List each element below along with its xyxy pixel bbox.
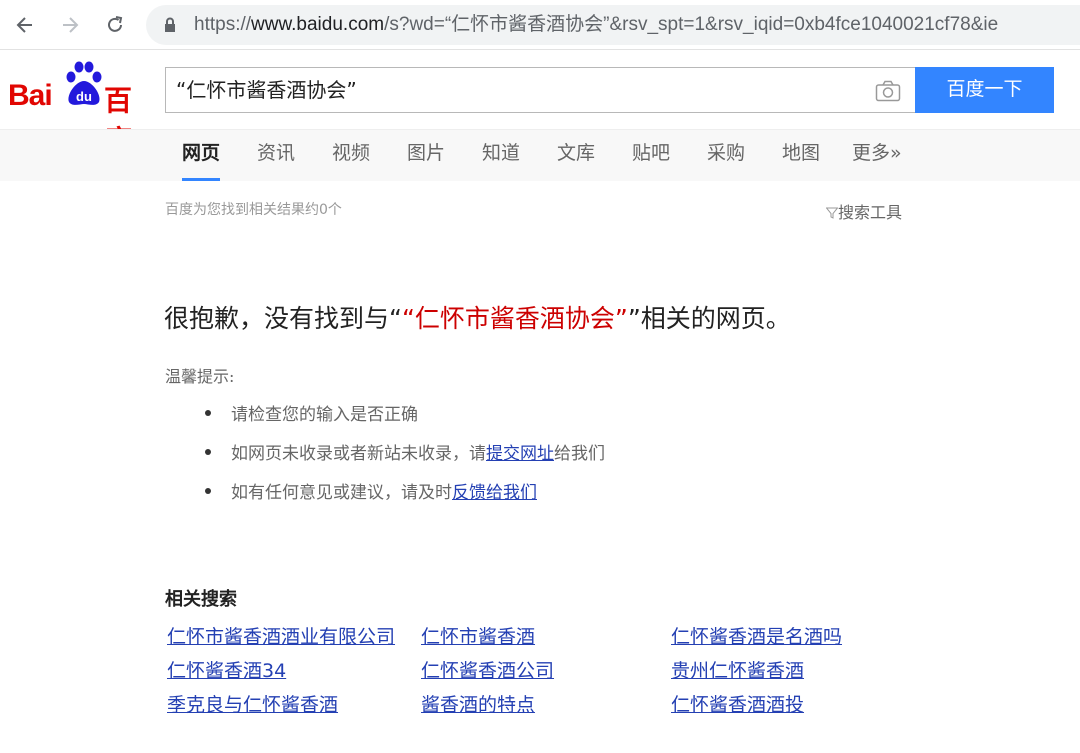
related-searches-title: 相关搜索 (165, 589, 237, 610)
tab-map[interactable]: 地图 (782, 130, 820, 181)
filter-icon (825, 207, 839, 219)
baidu-header: Bai du 百度 百度一下 (0, 51, 1080, 157)
forward-arrow-icon[interactable] (54, 9, 86, 41)
related-search-link[interactable]: 仁怀酱香酒酒投 (671, 690, 804, 717)
tab-zhidao[interactable]: 知道 (482, 130, 520, 181)
related-search-link[interactable]: 仁怀酱香酒是名酒吗 (671, 622, 842, 649)
back-arrow-icon[interactable] (9, 9, 41, 41)
camera-icon[interactable] (875, 80, 901, 102)
query-highlight: “仁怀市酱香酒协会” (401, 304, 628, 333)
tab-web[interactable]: 网页 (182, 130, 221, 181)
related-search-link[interactable]: 贵州仁怀酱香酒 (671, 656, 804, 683)
tab-wenku[interactable]: 文库 (557, 130, 595, 181)
reload-icon[interactable] (99, 9, 131, 41)
tab-more[interactable]: 更多» (852, 130, 902, 181)
search-tabs: 网页 资讯 视频 图片 知道 文库 贴吧 采购 地图 更多» (0, 129, 1080, 181)
search-box[interactable] (165, 67, 915, 113)
submit-url-link[interactable]: 提交网址 (486, 444, 554, 464)
tab-video[interactable]: 视频 (332, 130, 370, 181)
list-item: 请检查您的输入是否正确 (205, 400, 605, 439)
tips-title: 温馨提示: (165, 367, 235, 386)
tab-tieba[interactable]: 贴吧 (632, 130, 670, 181)
tab-images[interactable]: 图片 (407, 130, 445, 181)
browser-toolbar: https://www.baidu.com/s?wd=“仁怀市酱香酒协会”&rs… (0, 0, 1080, 50)
related-search-link[interactable]: 仁怀市酱香酒 (421, 622, 535, 649)
svg-text:du: du (76, 89, 92, 104)
tips-list: 请检查您的输入是否正确 如网页未收录或者新站未收录，请提交网址给我们 如有任何意… (205, 400, 605, 517)
result-count: 百度为您找到相关结果约0个 (165, 202, 342, 218)
tab-news[interactable]: 资讯 (257, 130, 295, 181)
related-search-link[interactable]: 仁怀市酱香酒酒业有限公司 (167, 622, 395, 649)
list-item: 如网页未收录或者新站未收录，请提交网址给我们 (205, 439, 605, 478)
baidu-logo[interactable]: Bai du 百度 (8, 59, 156, 157)
search-input[interactable] (176, 68, 856, 112)
list-item: 如有任何意见或建议，请及时反馈给我们 (205, 478, 605, 517)
related-search-link[interactable]: 仁怀酱香酒公司 (421, 656, 554, 683)
related-search-link[interactable]: 酱香酒的特点 (421, 690, 535, 717)
related-search-link[interactable]: 仁怀酱香酒34 (167, 656, 286, 683)
feedback-link[interactable]: 反馈给我们 (452, 483, 537, 503)
tab-purchase[interactable]: 采购 (707, 130, 745, 181)
search-button[interactable]: 百度一下 (915, 67, 1054, 113)
search-tools-button[interactable]: 搜索工具 (825, 199, 902, 223)
address-bar[interactable]: https://www.baidu.com/s?wd=“仁怀市酱香酒协会”&rs… (146, 5, 1080, 45)
no-results-message: 很抱歉，没有找到与““仁怀市酱香酒协会””相关的网页。 (164, 304, 791, 333)
url-text: https://www.baidu.com/s?wd=“仁怀市酱香酒协会”&rs… (194, 14, 999, 35)
related-search-link[interactable]: 季克良与仁怀酱香酒 (167, 690, 338, 717)
lock-icon (165, 17, 175, 32)
paw-icon: du (66, 61, 102, 105)
